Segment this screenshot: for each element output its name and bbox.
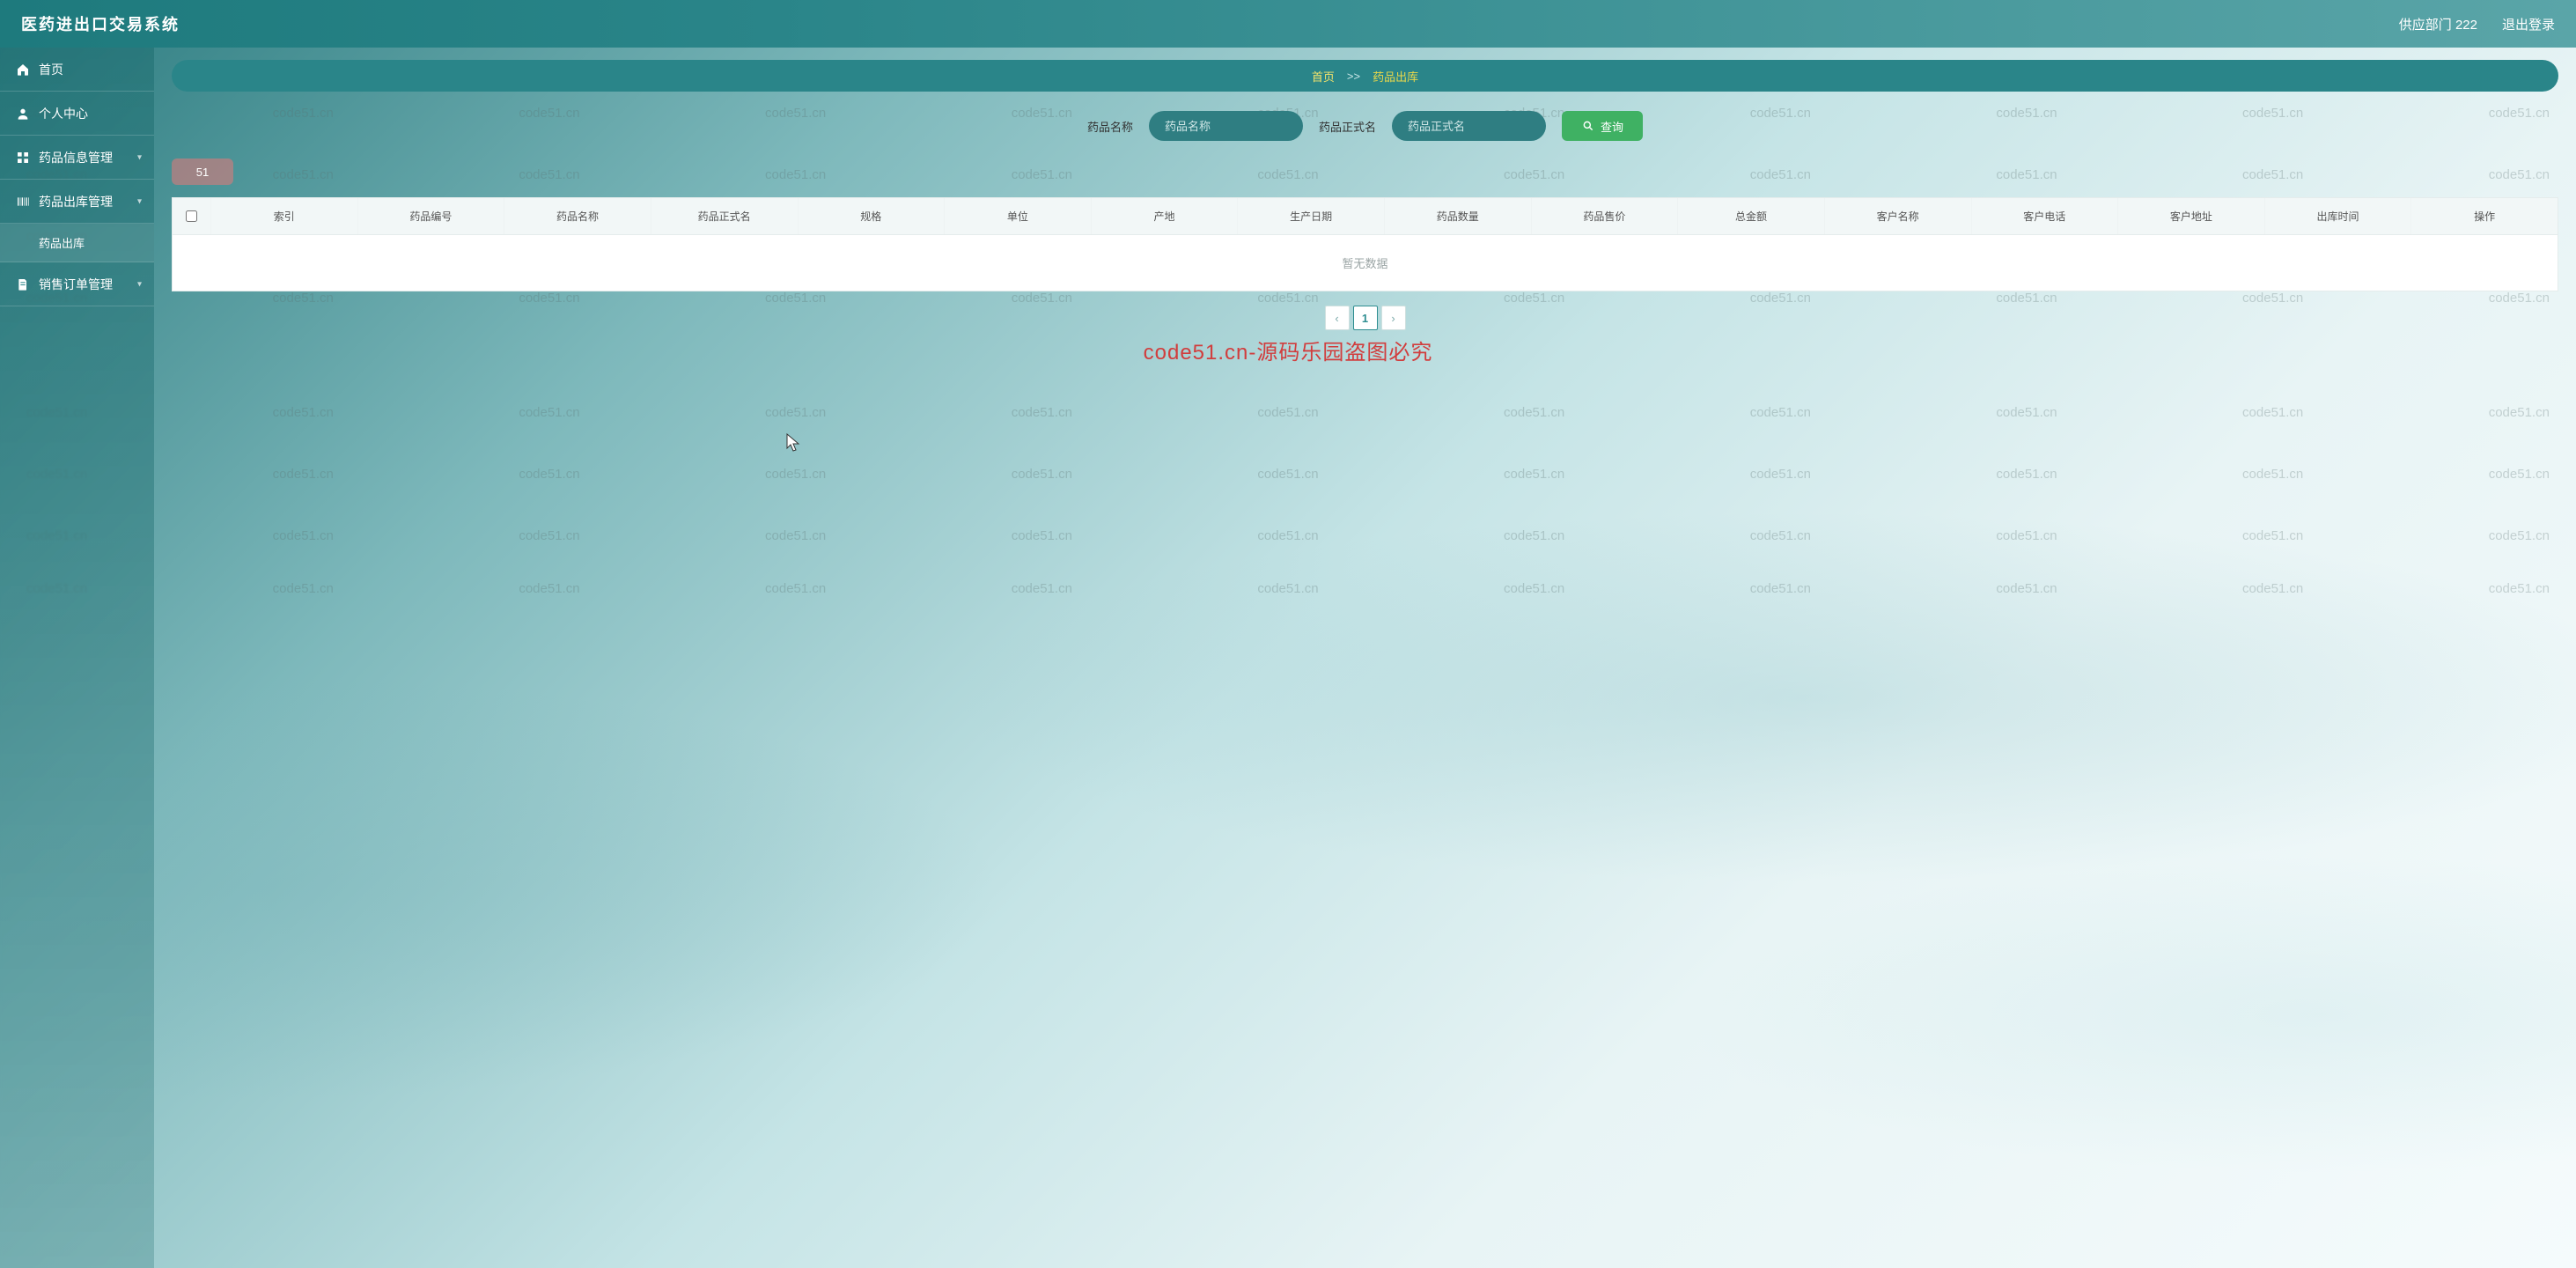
badge-red: 51 [172,158,233,185]
th-price: 药品售价 [1532,198,1679,234]
th-index: 索引 [211,198,358,234]
search-button-label: 查询 [1601,118,1623,135]
logout-link[interactable]: 退出登录 [2502,15,2555,33]
doc-icon [16,277,30,291]
th-formal: 药品正式名 [651,198,799,234]
sidebar-item-label: 销售订单管理 [39,276,113,293]
main-content: 首页 >> 药品出库 药品名称 药品正式名 查询 51 [154,48,2576,1268]
th-code: 药品编号 [358,198,505,234]
sidebar-item-label: 首页 [39,61,63,78]
table-header: 索引 药品编号 药品名称 药品正式名 规格 单位 产地 生产日期 药品数量 药品… [173,198,2558,235]
breadcrumb: 首页 >> 药品出库 [172,60,2558,92]
drug-name-input[interactable] [1149,111,1303,141]
sidebar-item-drug-info[interactable]: 药品信息管理 ▾ [0,136,154,180]
search-label-1: 药品名称 [1087,118,1133,135]
user-icon [16,107,30,121]
pager-prev[interactable]: ‹ [1325,306,1350,330]
user-label[interactable]: 供应部门 222 [2399,15,2477,33]
chevron-down-icon: ▾ [137,279,142,289]
th-ops: 操作 [2411,198,2558,234]
app-title: 医药进出口交易系统 [21,12,180,35]
pager: ‹ 1 › [172,306,2558,330]
th-unit: 单位 [945,198,1092,234]
sidebar-item-label: 药品信息管理 [39,149,113,166]
pager-page-1[interactable]: 1 [1353,306,1378,330]
sidebar-item-label: 个人中心 [39,105,88,122]
search-row: 药品名称 药品正式名 查询 [172,111,2558,141]
pager-next[interactable]: › [1381,306,1406,330]
sidebar: 首页 个人中心 药品信息管理 ▾ 药品出库管理 ▾ 药品出库 [0,48,154,1268]
grid-icon [16,151,30,165]
search-icon [1581,119,1595,133]
th-name: 药品名称 [504,198,651,234]
search-label-2: 药品正式名 [1319,118,1376,135]
table-header-checkbox[interactable] [173,198,211,234]
th-addr: 客户地址 [2118,198,2265,234]
search-button[interactable]: 查询 [1562,111,1643,141]
topbar: 医药进出口交易系统 供应部门 222 退出登录 [0,0,2576,48]
sidebar-item-label: 药品出库管理 [39,193,113,210]
breadcrumb-sep: >> [1347,70,1360,83]
sidebar-item-outbound[interactable]: 药品出库管理 ▾ [0,180,154,224]
sidebar-item-home[interactable]: 首页 [0,48,154,92]
th-phone: 客户电话 [1972,198,2119,234]
chevron-down-icon: ▾ [137,152,142,162]
drug-formal-name-input[interactable] [1392,111,1546,141]
sidebar-sub-label: 药品出库 [39,234,85,251]
th-spec: 规格 [799,198,946,234]
select-all-checkbox[interactable] [186,210,197,222]
sidebar-sub-outbound-list[interactable]: 药品出库 [0,224,154,262]
th-origin: 产地 [1092,198,1239,234]
chevron-down-icon: ▾ [137,196,142,206]
sidebar-item-profile[interactable]: 个人中心 [0,92,154,136]
barcode-icon [16,195,30,209]
th-proddate: 生产日期 [1238,198,1385,234]
th-cust: 客户名称 [1825,198,1972,234]
th-total: 总金额 [1678,198,1825,234]
table: 索引 药品编号 药品名称 药品正式名 规格 单位 产地 生产日期 药品数量 药品… [172,197,2558,291]
th-qty: 药品数量 [1385,198,1532,234]
sidebar-item-orders[interactable]: 销售订单管理 ▾ [0,262,154,306]
table-empty: 暂无数据 [173,235,2558,291]
th-outtime: 出库时间 [2265,198,2412,234]
breadcrumb-home[interactable]: 首页 [1312,68,1335,85]
breadcrumb-current: 药品出库 [1373,68,1418,85]
home-icon [16,63,30,77]
